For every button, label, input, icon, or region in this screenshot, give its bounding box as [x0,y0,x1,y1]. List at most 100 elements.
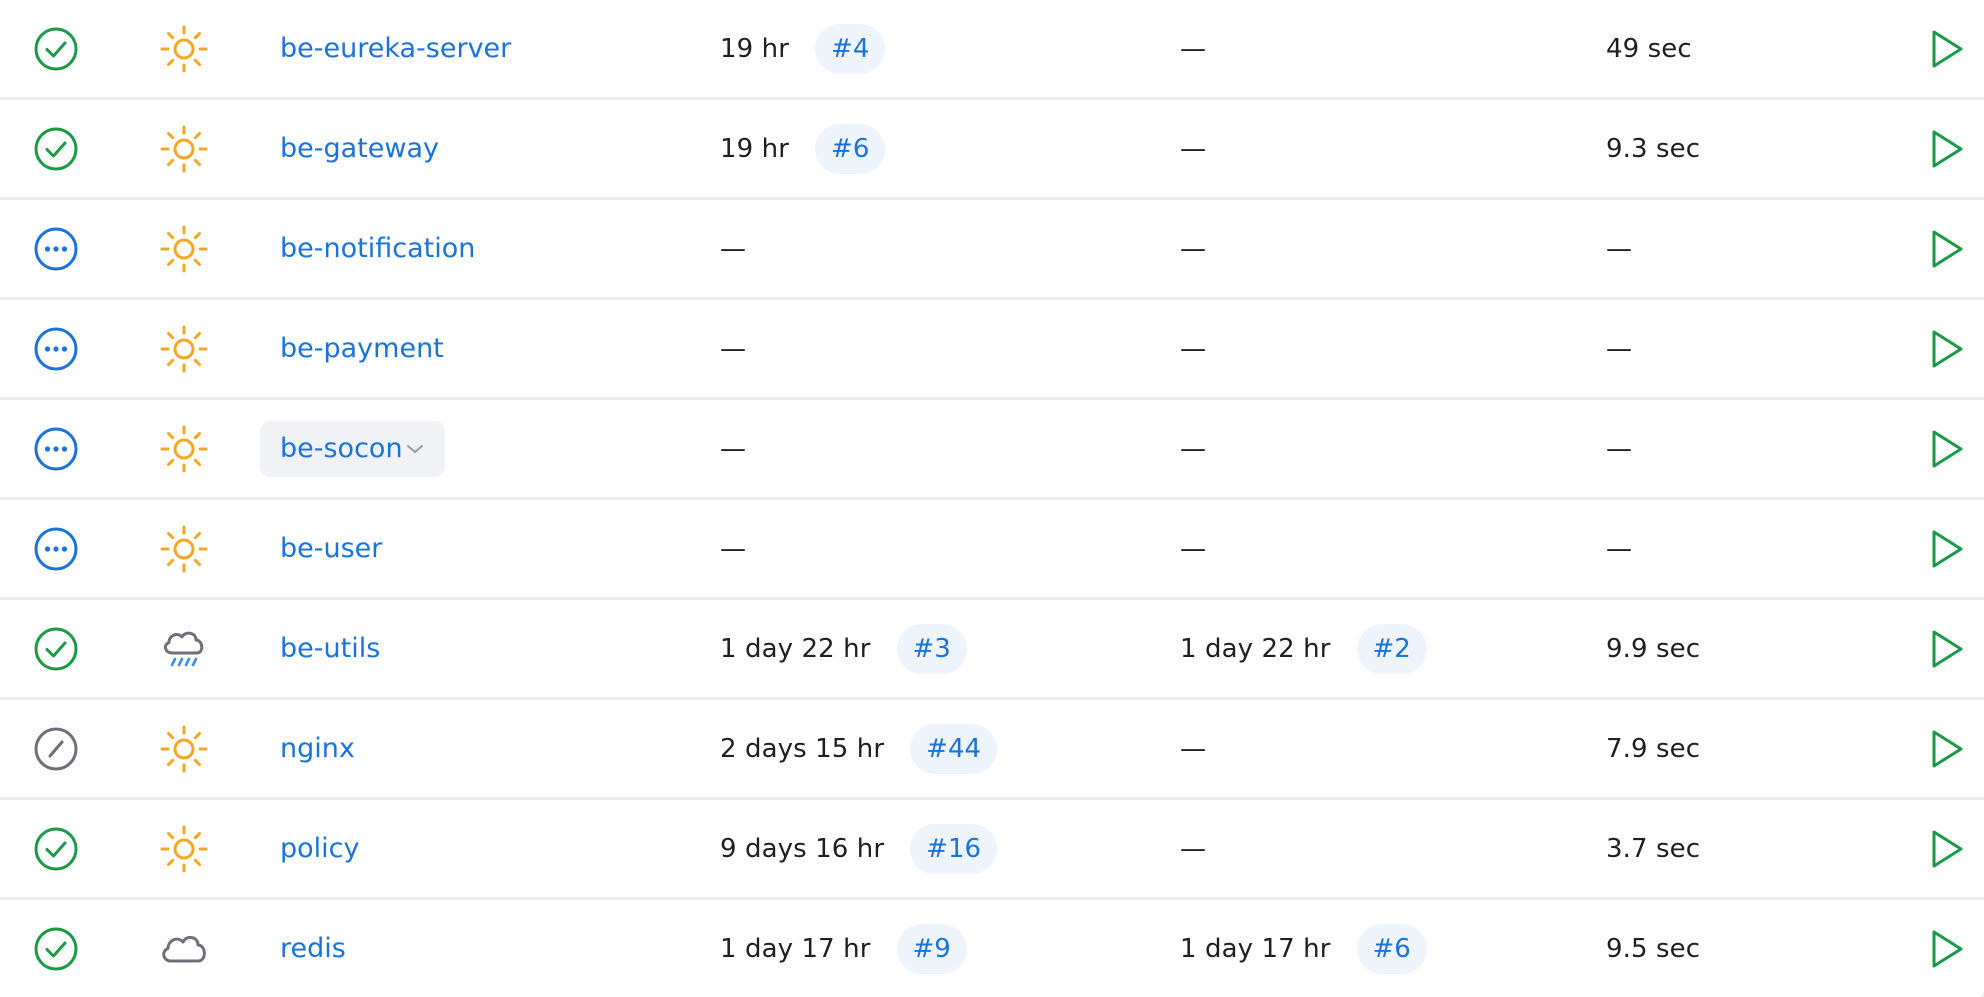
play-icon[interactable] [1930,100,1970,197]
play-icon[interactable] [1930,800,1970,897]
not-built-icon [32,300,82,397]
success-check-icon [32,800,82,897]
last-failure-time: — [1180,433,1206,464]
table-row: be-gateway 19 hr #6 — 9.3 sec [0,100,1984,200]
table-row: be-socon — — — [0,400,1984,500]
not-built-icon [32,400,82,497]
build-badge[interactable]: #6 [815,123,886,174]
job-name[interactable]: be-notification [280,233,475,264]
job-name[interactable]: be-gateway [280,133,439,164]
job-name[interactable]: redis [280,933,346,964]
play-icon[interactable] [1930,700,1970,797]
job-name[interactable]: be-socon [280,433,403,464]
last-failure-time: — [1180,133,1206,164]
last-failure-time: — [1180,333,1206,364]
job-link[interactable]: policy [260,821,379,877]
last-duration: 9.3 sec [1606,133,1701,164]
play-icon[interactable] [1930,300,1970,397]
not-built-icon [32,200,82,297]
play-icon[interactable] [1930,900,1970,997]
job-name[interactable]: be-payment [280,333,444,364]
success-check-icon [32,100,82,197]
last-success-time: — [720,533,746,564]
last-duration: 7.9 sec [1606,733,1701,764]
play-icon[interactable] [1930,400,1970,497]
job-name[interactable]: policy [280,833,359,864]
table-row: be-notification — — — [0,200,1984,300]
success-check-icon [32,900,82,997]
last-failure-time: — [1180,733,1206,764]
table-row: redis 1 day 17 hr #9 1 day 17 hr #6 9.5 … [0,900,1984,997]
build-badge[interactable]: #16 [910,823,998,874]
last-success-time: 19 hr [720,33,790,64]
play-icon[interactable] [1930,600,1970,697]
job-link[interactable]: be-notification [260,221,495,277]
success-check-icon [32,600,82,697]
disabled-icon [32,700,82,797]
sunny-icon [158,300,214,397]
job-link[interactable]: be-socon [260,420,445,477]
last-success-time: 1 day 17 hr [720,933,871,964]
last-duration: — [1606,533,1632,564]
last-success-time: 9 days 16 hr [720,833,885,864]
build-badge[interactable]: #2 [1356,623,1427,674]
last-failure-time: — [1180,533,1206,564]
last-duration: 9.9 sec [1606,633,1701,664]
play-icon[interactable] [1930,200,1970,297]
sunny-icon [158,400,214,497]
jobs-table: be-eureka-server 19 hr #4 — 49 sec be-ga… [0,0,1984,997]
last-duration: — [1606,333,1632,364]
sunny-icon [158,500,214,597]
last-failure-time: 1 day 17 hr [1180,933,1331,964]
last-duration: 3.7 sec [1606,833,1701,864]
build-badge[interactable]: #3 [896,623,967,674]
success-check-icon [32,0,82,97]
last-success-time: — [720,433,746,464]
sunny-icon [158,200,214,297]
job-link[interactable]: nginx [260,721,375,777]
job-name[interactable]: be-eureka-server [280,33,511,64]
job-link[interactable]: redis [260,921,366,977]
sunny-icon [158,700,214,797]
last-failure-time: — [1180,833,1206,864]
play-icon[interactable] [1930,500,1970,597]
last-failure-time: — [1180,233,1206,264]
job-name[interactable]: be-utils [280,633,380,664]
last-duration: — [1606,233,1632,264]
last-failure-time: 1 day 22 hr [1180,633,1331,664]
job-link[interactable]: be-utils [260,621,400,677]
last-success-time: 2 days 15 hr [720,733,885,764]
sunny-icon [158,100,214,197]
job-link[interactable]: be-eureka-server [260,21,531,77]
not-built-icon [32,500,82,597]
table-row: be-eureka-server 19 hr #4 — 49 sec [0,0,1984,100]
build-badge[interactable]: #6 [1356,923,1427,974]
chevron-down-icon[interactable] [405,442,425,456]
job-link[interactable]: be-user [260,521,402,577]
job-name[interactable]: nginx [280,733,355,764]
last-success-time: — [720,233,746,264]
last-duration: 49 sec [1606,33,1692,64]
rainy-icon [158,600,214,697]
job-name[interactable]: be-user [280,533,382,564]
job-link[interactable]: be-gateway [260,121,459,177]
job-link[interactable]: be-payment [260,321,464,377]
last-success-time: — [720,333,746,364]
last-success-time: 1 day 22 hr [720,633,871,664]
cloudy-icon [158,900,214,997]
table-row: policy 9 days 16 hr #16 — 3.7 sec [0,800,1984,900]
table-row: nginx 2 days 15 hr #44 — 7.9 sec [0,700,1984,800]
last-failure-time: — [1180,33,1206,64]
table-row: be-user — — — [0,500,1984,600]
last-duration: 9.5 sec [1606,933,1701,964]
build-badge[interactable]: #4 [815,23,886,74]
last-success-time: 19 hr [720,133,790,164]
build-badge[interactable]: #9 [896,923,967,974]
table-row: be-utils 1 day 22 hr #3 1 day 22 hr #2 9… [0,600,1984,700]
sunny-icon [158,800,214,897]
play-icon[interactable] [1930,0,1970,97]
table-row: be-payment — — — [0,300,1984,400]
build-badge[interactable]: #44 [910,723,998,774]
last-duration: — [1606,433,1632,464]
sunny-icon [158,0,214,97]
